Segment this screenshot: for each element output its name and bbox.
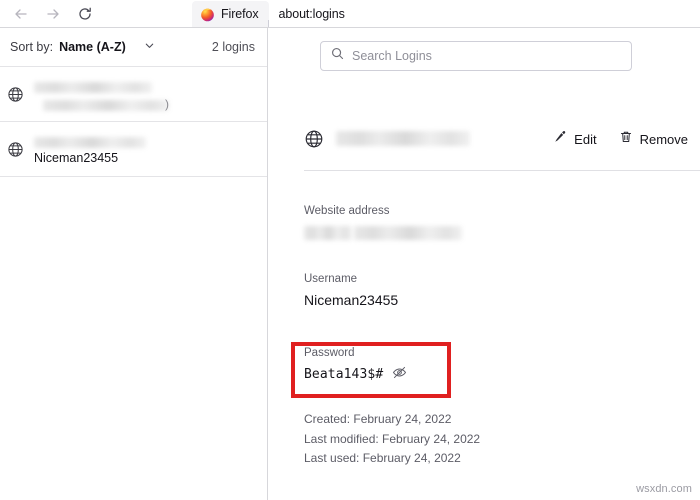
created-date: Created: February 24, 2022 — [304, 412, 452, 426]
login-detail-header: Edit Remove — [268, 118, 700, 160]
navigation-buttons — [0, 1, 100, 27]
website-address-label: Website address — [304, 205, 390, 217]
firefox-logo-icon — [200, 7, 215, 22]
password-value-row: Beata143$# — [304, 365, 407, 385]
reload-icon — [77, 6, 93, 22]
password-label: Password — [304, 347, 355, 359]
arrow-left-icon — [13, 6, 29, 22]
password-value[interactable]: Beata143$# — [304, 366, 383, 384]
list-item[interactable]: ) — [0, 67, 267, 122]
browser-toolbar: Firefox about:logins — [0, 0, 700, 28]
globe-icon — [7, 86, 24, 103]
redacted-username — [43, 99, 169, 111]
list-item-title — [34, 133, 255, 148]
list-item-text: ) — [34, 78, 255, 111]
address-bar[interactable]: about:logins — [279, 7, 345, 21]
login-metadata: Created: February 24, 2022 Last modified… — [304, 410, 480, 469]
redacted-title — [34, 81, 152, 93]
back-button[interactable] — [6, 1, 36, 27]
login-detail-title — [336, 130, 470, 148]
search-icon — [331, 47, 344, 65]
redacted-title — [336, 131, 470, 147]
list-item-username: Niceman23455 — [34, 150, 119, 165]
detail-header-divider — [304, 170, 700, 171]
username-value[interactable]: Niceman23455 — [304, 291, 398, 309]
logins-sidebar: Sort by: Name (A-Z) 2 logins) Niceman23… — [0, 28, 268, 500]
arrow-right-icon — [45, 6, 61, 22]
website-address-field: Website address — [304, 204, 462, 241]
login-detail-panel: Search Logins Edit Remove Website addres… — [268, 28, 700, 500]
about-logins-page: Firefox about:logins Sort by: Name (A-Z) — [0, 0, 700, 500]
trash-icon — [619, 130, 633, 149]
forward-button[interactable] — [38, 1, 68, 27]
login-list: ) Niceman23455 — [0, 67, 267, 177]
edit-label: Edit — [574, 131, 597, 147]
redacted-website-part2 — [354, 226, 462, 241]
sort-selected-value: Name (A-Z) — [59, 40, 126, 54]
tab-firefox[interactable]: Firefox — [192, 1, 269, 27]
redacted-title — [34, 136, 146, 148]
search-placeholder: Search Logins — [352, 49, 432, 63]
sort-select[interactable]: Name (A-Z) — [59, 38, 155, 56]
login-count-label: 2 logins — [211, 40, 255, 54]
tab-title: Firefox — [221, 7, 259, 21]
remove-label: Remove — [639, 131, 688, 147]
list-item-title — [34, 78, 255, 93]
search-row: Search Logins — [320, 41, 632, 71]
redacted-website-part1 — [304, 226, 352, 241]
search-input[interactable]: Search Logins — [320, 41, 632, 71]
pencil-icon — [553, 130, 567, 149]
eye-off-icon[interactable] — [392, 365, 407, 385]
list-item-text: Niceman23455 — [34, 133, 255, 166]
last-modified-date: Last modified: February 24, 2022 — [304, 431, 481, 446]
trailing-glyph: ) — [165, 96, 169, 111]
remove-button[interactable]: Remove — [619, 130, 688, 149]
logins-content: Sort by: Name (A-Z) 2 logins) Niceman23… — [0, 28, 700, 500]
username-field: Username Niceman23455 — [304, 272, 398, 309]
login-list-header: Sort by: Name (A-Z) 2 logins — [0, 28, 267, 67]
watermark: wsxdn.com — [636, 483, 692, 495]
chevron-down-icon — [144, 38, 155, 56]
password-field: Password Beata143$# — [304, 346, 407, 385]
website-address-value[interactable] — [304, 223, 462, 241]
globe-icon — [7, 141, 24, 158]
reload-button[interactable] — [70, 1, 100, 27]
globe-icon — [304, 129, 324, 149]
list-item[interactable]: Niceman23455 — [0, 122, 267, 177]
list-item-username: ) — [34, 96, 255, 111]
edit-button[interactable]: Edit — [553, 130, 597, 149]
detail-header-actions: Edit Remove — [553, 130, 694, 149]
last-used-date: Last used: February 24, 2022 — [304, 451, 461, 465]
sort-by-label: Sort by: — [10, 40, 54, 54]
username-label: Username — [304, 273, 358, 285]
